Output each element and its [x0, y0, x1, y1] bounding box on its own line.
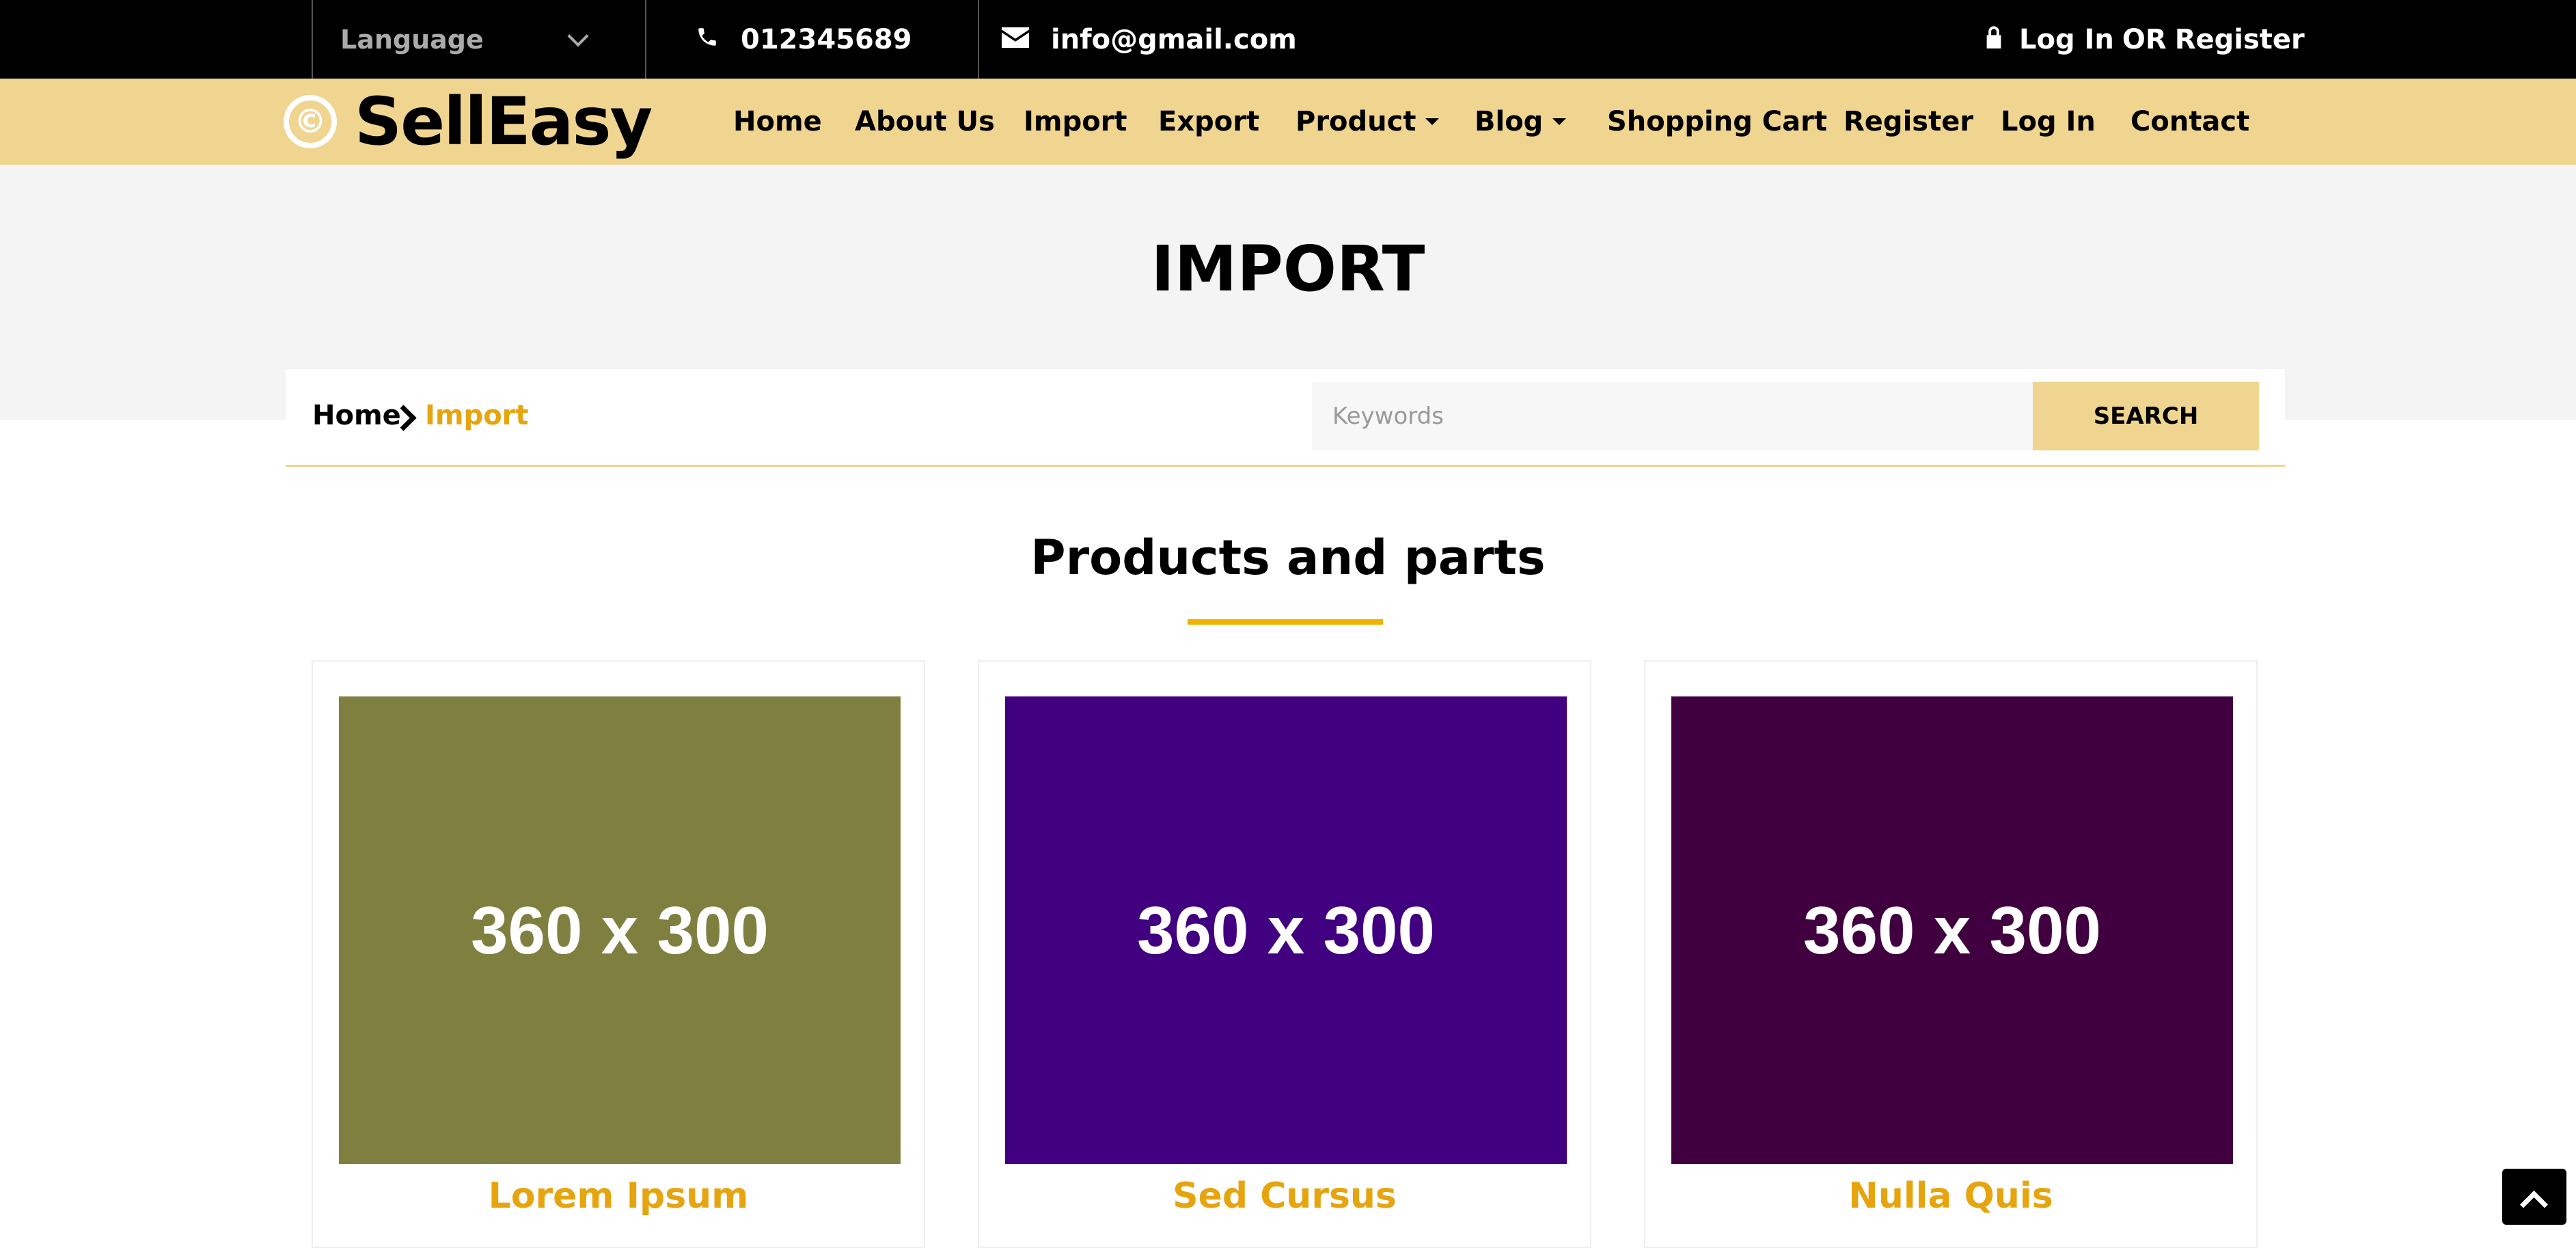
logo[interactable]: © SellEasy — [284, 83, 653, 160]
language-select[interactable]: Language — [340, 0, 484, 79]
login-link[interactable]: Log In — [2019, 24, 2114, 55]
phone-contact[interactable]: 012345689 — [696, 0, 912, 79]
nav-import[interactable]: Import — [1024, 79, 1127, 165]
nav-export[interactable]: Export — [1158, 79, 1259, 165]
topbar-divider — [645, 0, 646, 79]
caret-down-icon — [1425, 118, 1440, 125]
phone-icon — [696, 24, 719, 55]
section-title-underline — [1188, 619, 1383, 625]
nav-blog-label: Blog — [1475, 106, 1544, 137]
product-title[interactable]: Lorem Ipsum — [312, 1176, 925, 1217]
copyright-logo-icon: © — [284, 95, 337, 148]
search-button[interactable]: SEARCH — [2033, 382, 2259, 450]
caret-down-icon — [1552, 118, 1567, 125]
product-title[interactable]: Sed Cursus — [978, 1176, 1591, 1217]
nav-product-label: Product — [1296, 106, 1416, 137]
register-link[interactable]: Register — [2175, 24, 2305, 55]
section-title: Products and parts — [1030, 530, 1546, 586]
product-image[interactable]: 360 x 300 — [1005, 696, 1567, 1164]
logo-text: SellEasy — [355, 83, 653, 160]
or-text: OR — [2122, 23, 2167, 55]
envelope-icon — [1002, 24, 1029, 55]
nav-shopping-cart[interactable]: Shopping Cart — [1607, 79, 1827, 165]
lock-icon — [1985, 24, 2003, 55]
topbar-divider — [312, 0, 313, 79]
back-to-top-button[interactable] — [2502, 1169, 2566, 1225]
product-image[interactable]: 360 x 300 — [339, 696, 901, 1164]
nav-about-us[interactable]: About Us — [855, 79, 995, 165]
email-address: info@gmail.com — [1051, 23, 1297, 55]
nav-blog[interactable]: Blog — [1475, 79, 1567, 165]
phone-number: 012345689 — [741, 23, 912, 55]
nav-register[interactable]: Register — [1844, 79, 1973, 165]
product-image[interactable]: 360 x 300 — [1671, 696, 2233, 1164]
topbar-divider — [978, 0, 979, 79]
nav-home[interactable]: Home — [733, 79, 822, 165]
page-title: IMPORT — [1151, 232, 1425, 306]
account-links: Log In OR Register — [1985, 0, 2305, 79]
nav-contact[interactable]: Contact — [2130, 79, 2249, 165]
search-input[interactable] — [1312, 382, 2033, 450]
product-title[interactable]: Nulla Quis — [1644, 1176, 2258, 1217]
email-contact[interactable]: info@gmail.com — [1002, 0, 1297, 79]
nav-log-in[interactable]: Log In — [2001, 79, 2096, 165]
chevron-up-icon — [2519, 1190, 2549, 1219]
nav-product[interactable]: Product — [1296, 79, 1440, 165]
language-label: Language — [340, 24, 484, 55]
breadcrumb-home[interactable]: Home — [312, 400, 401, 431]
breadcrumb-current: Import — [425, 400, 529, 431]
